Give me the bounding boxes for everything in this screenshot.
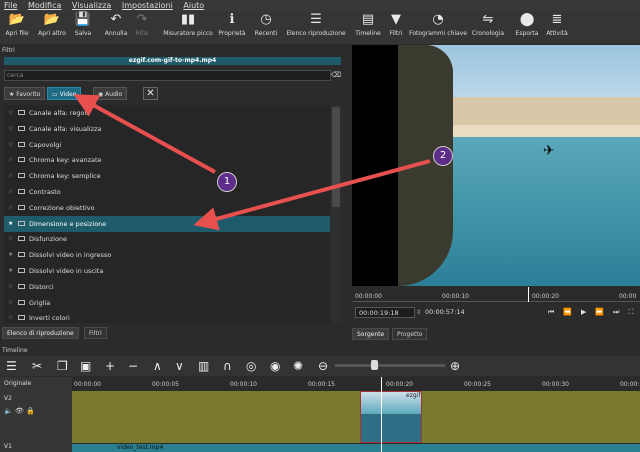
callout-1: 1 (217, 172, 237, 192)
annotation-arrows (73, 94, 431, 231)
arrow-to-filter-item (193, 159, 431, 231)
callout-2: 2 (433, 146, 453, 166)
arrow-to-video-tab (73, 94, 216, 174)
